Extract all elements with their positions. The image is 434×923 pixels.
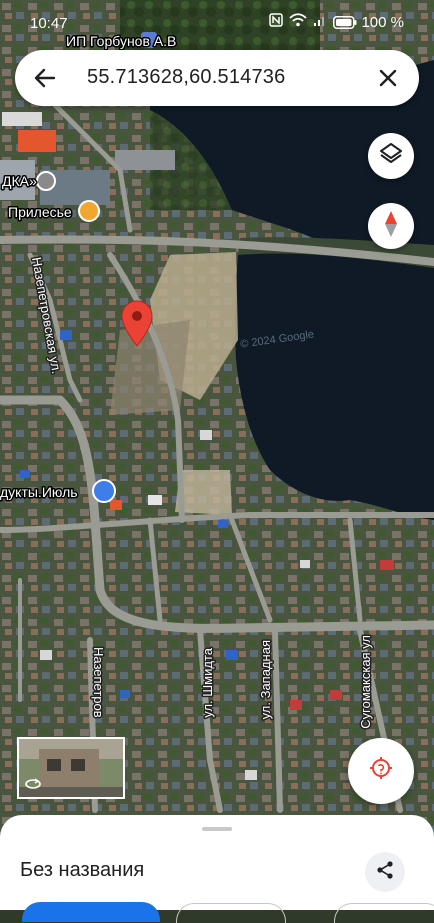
share-button[interactable]: [365, 852, 405, 892]
rotate-360-icon: [25, 777, 41, 795]
poi-dka[interactable]: ДКА»: [1, 171, 56, 191]
battery-icon: [333, 15, 357, 29]
status-bar: 10:47 100 %: [0, 0, 434, 44]
svg-text:дукты.Июль: дукты.Июль: [0, 484, 78, 500]
poi-prilesye[interactable]: Прилесье: [7, 200, 100, 222]
compass-icon: [380, 209, 402, 244]
street-shmidta: ул. Шмидта: [200, 647, 215, 718]
layers-button[interactable]: [368, 133, 414, 179]
directions-chip[interactable]: [22, 902, 160, 922]
drag-handle[interactable]: [202, 827, 232, 831]
signal-icon: [313, 13, 327, 31]
svg-text:ДКА»: ДКА»: [2, 173, 37, 189]
wifi-icon: [289, 13, 308, 31]
search-query[interactable]: 55.713628,60.514736: [87, 66, 285, 89]
svg-text:Прилесье: Прилесье: [8, 204, 72, 220]
street-nazepetrov: Назепетров: [91, 647, 106, 718]
street-sugomakskaya: Сугомакская ул: [358, 635, 373, 729]
share-icon: [375, 860, 395, 885]
location-target-icon: [367, 755, 395, 788]
poi-iyul[interactable]: дукты.Июль: [0, 479, 116, 503]
street-zapadnaya: ул. Западная: [258, 640, 273, 719]
battery: 100 %: [333, 14, 404, 31]
place-title: Без названия: [20, 859, 145, 881]
close-icon[interactable]: [375, 65, 401, 91]
nfc-icon: [269, 13, 284, 31]
my-location-button[interactable]: [348, 738, 414, 804]
compass-button[interactable]: [368, 203, 414, 249]
battery-percent: 100 %: [361, 13, 404, 31]
bottom-sheet[interactable]: Без названия: [0, 815, 434, 923]
back-arrow-icon[interactable]: [32, 65, 58, 91]
layers-icon: [378, 141, 404, 172]
start-chip[interactable]: [176, 903, 286, 923]
save-chip[interactable]: [334, 903, 434, 923]
street-view-thumbnail[interactable]: [17, 737, 125, 799]
search-bar[interactable]: 55.713628,60.514736: [15, 50, 419, 106]
status-icons: 100 %: [269, 13, 404, 31]
status-time: 10:47: [30, 15, 68, 32]
